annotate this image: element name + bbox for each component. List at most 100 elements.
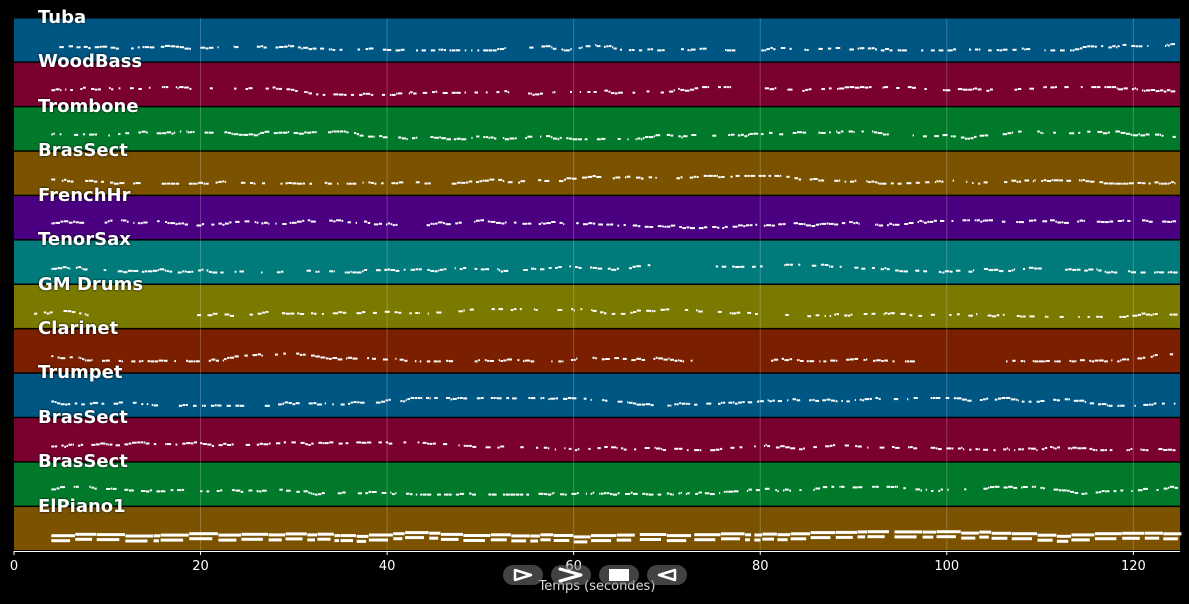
note: [80, 357, 82, 360]
note: [804, 48, 807, 51]
note: [1080, 359, 1085, 362]
play-button[interactable]: [503, 565, 543, 585]
note: [876, 359, 881, 362]
note: [1111, 270, 1113, 273]
track-label: BrasSect: [38, 406, 128, 428]
note: [187, 271, 191, 273]
note: [803, 447, 805, 450]
note: [1016, 398, 1018, 401]
note: [340, 534, 357, 538]
note: [108, 87, 111, 90]
note: [59, 46, 64, 49]
note: [559, 180, 564, 183]
stop-button[interactable]: [599, 565, 639, 585]
note: [834, 179, 839, 182]
note: [802, 89, 805, 92]
note: [836, 130, 838, 133]
note: [356, 441, 362, 444]
note: [616, 267, 620, 270]
note: [85, 179, 89, 182]
note: [938, 448, 942, 451]
note: [1118, 88, 1123, 91]
note: [297, 220, 302, 223]
note: [895, 269, 899, 272]
note: [716, 174, 718, 177]
note: [1021, 400, 1025, 403]
note: [211, 223, 215, 226]
note: [1104, 360, 1108, 363]
note: [581, 46, 583, 49]
note: [227, 356, 230, 359]
note: [986, 397, 989, 400]
note: [405, 531, 429, 535]
note: [240, 490, 244, 493]
note: [1146, 313, 1151, 316]
note: [205, 47, 209, 50]
note: [681, 48, 684, 51]
note: [811, 399, 813, 402]
note: [1069, 359, 1072, 362]
note: [722, 401, 726, 404]
note: [991, 536, 1008, 540]
note: [502, 493, 506, 496]
note: [1078, 315, 1080, 318]
note: [372, 311, 377, 314]
note: [357, 48, 361, 51]
note: [803, 223, 806, 226]
note: [490, 538, 507, 542]
note: [715, 265, 719, 268]
note: [576, 357, 578, 360]
note: [678, 492, 681, 495]
note: [900, 312, 906, 315]
note: [322, 93, 326, 96]
note: [166, 131, 171, 134]
note: [554, 448, 556, 451]
note: [332, 312, 338, 315]
note: [553, 137, 558, 140]
note: [960, 136, 965, 139]
note: [601, 137, 606, 140]
note: [318, 493, 322, 496]
note: [463, 444, 466, 447]
note: [892, 446, 895, 448]
fast-forward-button[interactable]: [551, 565, 591, 585]
note: [177, 271, 182, 274]
note: [379, 135, 383, 138]
note: [184, 86, 189, 89]
note: [1119, 315, 1122, 318]
rewind-button[interactable]: [647, 565, 687, 585]
note: [414, 397, 418, 399]
note: [456, 91, 461, 94]
note: [293, 132, 299, 134]
note: [769, 400, 772, 403]
note: [434, 397, 438, 399]
note: [74, 133, 79, 136]
note: [446, 397, 451, 399]
note: [1147, 44, 1149, 47]
note: [702, 86, 707, 89]
note: [551, 492, 553, 495]
note: [620, 312, 626, 315]
note: [727, 86, 729, 89]
note: [710, 449, 716, 452]
note: [858, 486, 863, 489]
note: [338, 311, 343, 314]
note: [490, 533, 511, 537]
note: [368, 533, 393, 537]
note: [430, 49, 436, 52]
note: [316, 93, 319, 96]
note: [996, 49, 1000, 52]
chevron-right-icon: [558, 567, 583, 583]
note: [150, 360, 155, 363]
note: [996, 314, 1000, 317]
note: [729, 86, 732, 89]
note: [917, 221, 919, 224]
note: [273, 132, 278, 135]
note: [784, 359, 789, 362]
note: [138, 131, 142, 134]
track-label: Trumpet: [38, 362, 123, 384]
note: [543, 446, 548, 449]
note: [875, 485, 879, 488]
note: [1022, 486, 1028, 488]
note: [414, 360, 417, 363]
